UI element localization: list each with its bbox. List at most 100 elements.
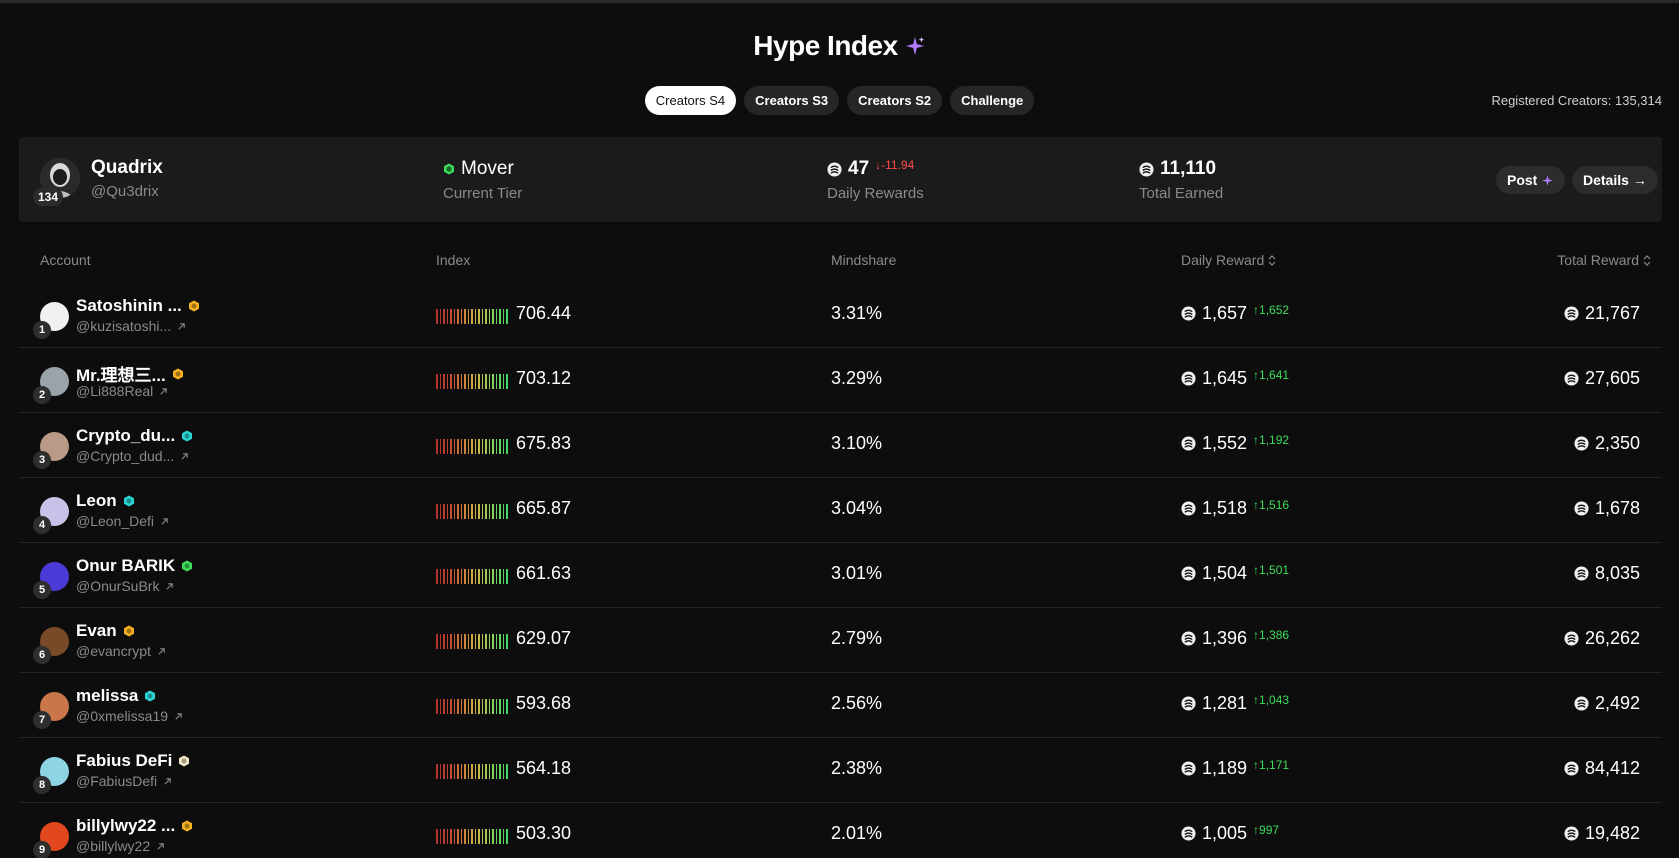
tab-creators-s3[interactable]: Creators S3	[744, 86, 840, 115]
index-bar-segment	[506, 439, 508, 454]
index-bar-segment	[439, 634, 441, 649]
index-bar-segment	[450, 699, 452, 714]
table-row[interactable]: 2 Mr.理想三... @Li888Real 703.12 3.29% 1,64…	[19, 348, 1662, 413]
creator-name-wrap[interactable]: Satoshinin ...	[76, 296, 200, 316]
total-earned-value: 11,110	[1160, 158, 1217, 179]
index-value: 661.63	[516, 563, 572, 583]
tab-challenge[interactable]: Challenge	[950, 86, 1035, 115]
tier-label: Current Tier	[443, 185, 523, 202]
creator-name-wrap[interactable]: Evan	[76, 621, 135, 641]
index-bar-segment	[502, 829, 504, 844]
index-bar-segment	[446, 764, 448, 779]
index-bar-segment	[436, 569, 438, 584]
table-row[interactable]: 1 Satoshinin ... @kuzisatoshi... 706.44 …	[19, 283, 1662, 348]
index-bar-segment	[481, 374, 483, 389]
column-total-reward[interactable]: Total Reward	[1557, 252, 1651, 268]
daily-reward-delta: ↑1,501	[1253, 562, 1290, 577]
total-earned-label: Total Earned	[1139, 185, 1224, 202]
table-row[interactable]: 5 Onur BARIK @OnurSuBrk 661.63 3.01% 1,5…	[19, 543, 1662, 608]
column-daily-reward[interactable]: Daily Reward	[1181, 252, 1276, 268]
index-bar-segment	[474, 764, 476, 779]
tab-creators-s2[interactable]: Creators S2	[847, 86, 943, 115]
daily-reward-value: 1,281	[1202, 693, 1248, 713]
daily-reward-cell: 1,281 ↑1,043	[1181, 693, 1289, 714]
total-reward-cell: 26,262	[1564, 628, 1640, 649]
creator-name: Crypto_du...	[76, 426, 176, 445]
daily-reward-delta: ↑1,192	[1253, 432, 1290, 447]
verified-badge-icon	[123, 495, 134, 507]
post-button[interactable]: Post	[1496, 166, 1566, 194]
verified-badge-icon	[182, 430, 193, 442]
creator-handle-link[interactable]: @Li888Real	[76, 383, 168, 399]
creator-name: Satoshinin ...	[76, 296, 182, 315]
index-bar-segment	[471, 374, 473, 389]
creator-handle-link[interactable]: @0xmelissa19	[76, 708, 183, 724]
creator-handle-link[interactable]: @kuzisatoshi...	[76, 318, 186, 334]
creator-name-wrap[interactable]: Leon	[76, 491, 135, 511]
table-row[interactable]: 8 Fabius DeFi @FabiusDefi 564.18 2.38% 1…	[19, 738, 1662, 803]
verified-badge-icon	[182, 820, 193, 832]
index-bar-segment	[492, 309, 494, 324]
index-bar-segment	[471, 504, 473, 519]
season-tabs: Creators S4 Creators S3 Creators S2 Chal…	[0, 86, 1679, 115]
index-bar-segment	[443, 569, 445, 584]
creator-name-wrap[interactable]: billylwy22 ...	[76, 816, 193, 836]
index-bar-segment	[506, 374, 508, 389]
index-bar-segment	[492, 504, 494, 519]
mindshare-value: 3.10%	[831, 433, 883, 453]
index-bar-segment	[495, 634, 497, 649]
index-bar-segment	[443, 309, 445, 324]
index-bar-segment	[450, 764, 452, 779]
index-bar-segment	[439, 829, 441, 844]
creator-handle: @Leon_Defi	[76, 513, 155, 529]
index-bar-segment	[502, 569, 504, 584]
coin-icon	[1564, 826, 1579, 841]
table-row[interactable]: 3 Crypto_du... @Crypto_dud... 675.83 3.1…	[19, 413, 1662, 478]
index-bar-segment	[502, 634, 504, 649]
creator-handle-link[interactable]: @Crypto_dud...	[76, 448, 189, 464]
external-link-icon	[157, 842, 164, 850]
index-bar-segment	[478, 699, 480, 714]
daily-reward-delta: ↑1,171	[1253, 757, 1290, 772]
tab-creators-s4[interactable]: Creators S4	[644, 86, 737, 115]
creator-handle-link[interactable]: @evancrypt	[76, 643, 166, 659]
creator-name-wrap[interactable]: Fabius DeFi	[76, 751, 190, 771]
index-bar-segment	[439, 374, 441, 389]
index-bar-segment	[436, 634, 438, 649]
table-row[interactable]: 4 Leon @Leon_Defi 665.87 3.04% 1,518 ↑1,…	[19, 478, 1662, 543]
mindshare-value: 2.56%	[831, 693, 883, 713]
arrow-right-icon: →	[1632, 172, 1647, 188]
total-reward-value: 21,767	[1584, 303, 1640, 323]
index-bar-segment	[471, 309, 473, 324]
verified-badge-icon	[145, 690, 156, 702]
index-bar	[436, 309, 508, 324]
creator-handle-link[interactable]: @FabiusDefi	[76, 773, 172, 789]
daily-reward-value: 1,645	[1202, 368, 1248, 388]
total-reward-cell: 2,350	[1574, 433, 1640, 454]
index-bar-segment	[488, 829, 490, 844]
creator-name-wrap[interactable]: Crypto_du...	[76, 426, 193, 446]
index-bar-segment	[506, 504, 508, 519]
index-bar-segment	[446, 504, 448, 519]
table-row[interactable]: 7 melissa @0xmelissa19 593.68 2.56% 1,28…	[19, 673, 1662, 738]
coin-icon	[1181, 371, 1196, 386]
creator-handle-link[interactable]: @Leon_Defi	[76, 513, 169, 529]
index-bar-segment	[481, 634, 483, 649]
creator-handle-link[interactable]: @billylwy22	[76, 838, 165, 854]
total-reward-value: 8,035	[1594, 563, 1640, 583]
index-bar-segment	[499, 699, 501, 714]
table-row[interactable]: 6 Evan @evancrypt 629.07 2.79% 1,396 ↑1,…	[19, 608, 1662, 673]
creator-handle-link[interactable]: @OnurSuBrk	[76, 578, 174, 594]
index-bar-segment	[464, 699, 466, 714]
my-profile-card: 134 Quadrix @Qu3drix Mover Current Tier …	[19, 137, 1662, 222]
index-bar-segment	[467, 374, 469, 389]
details-button[interactable]: Details →	[1572, 166, 1658, 194]
index-bar-segment	[471, 699, 473, 714]
index-bar-segment	[460, 374, 462, 389]
index-bar-segment	[488, 699, 490, 714]
creator-name-wrap[interactable]: melissa	[76, 686, 156, 706]
table-row[interactable]: 9 billylwy22 ... @billylwy22 503.30 2.01…	[19, 803, 1662, 858]
index-bar-segment	[446, 699, 448, 714]
creator-name-wrap[interactable]: Onur BARIK	[76, 556, 193, 576]
index-bar-segment	[495, 829, 497, 844]
